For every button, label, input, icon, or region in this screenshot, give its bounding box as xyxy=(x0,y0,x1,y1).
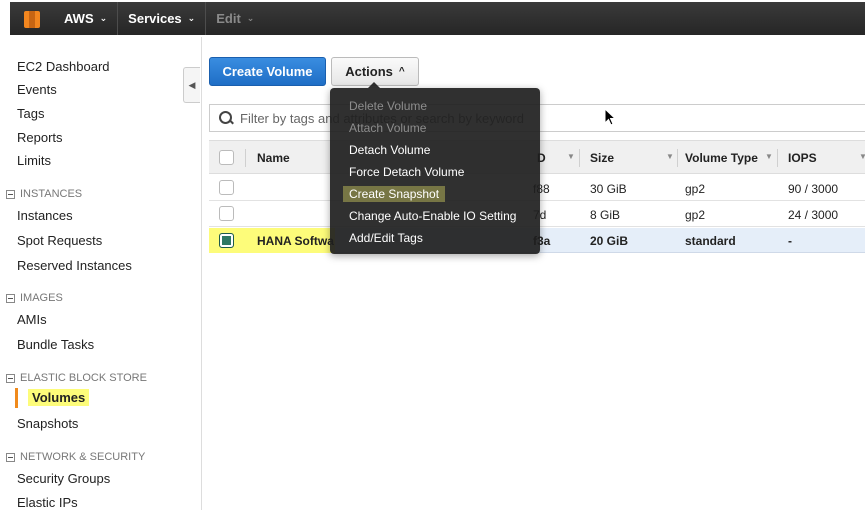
menu-item-delete-volume[interactable]: Delete Volume xyxy=(349,99,427,113)
row-checkbox[interactable] xyxy=(219,180,234,195)
cell-volume-type: gp2 xyxy=(685,182,706,196)
chevron-up-icon: ^ xyxy=(398,66,405,77)
search-icon xyxy=(218,110,234,126)
menu-item-force-detach-volume[interactable]: Force Detach Volume xyxy=(349,165,464,179)
active-indicator xyxy=(15,388,18,408)
cell-name: HANA Softwa xyxy=(257,234,334,248)
column-divider xyxy=(245,149,246,167)
create-volume-button[interactable]: Create Volume xyxy=(209,57,326,86)
sidebar-item-elastic-ips[interactable]: Elastic IPs xyxy=(17,495,78,510)
sidebar-item-ec2-dashboard[interactable]: EC2 Dashboard xyxy=(17,59,110,74)
sidebar-section-instances[interactable]: INSTANCES xyxy=(6,188,82,200)
cell-size: 20 GiB xyxy=(590,234,629,248)
menu-item-attach-volume[interactable]: Attach Volume xyxy=(349,121,426,135)
sidebar-section-network-security[interactable]: NETWORK & SECURITY xyxy=(6,451,145,463)
menu-item-add-edit-tags[interactable]: Add/Edit Tags xyxy=(349,231,423,245)
aws-menu-label: AWS xyxy=(64,11,94,26)
sidebar: EC2 Dashboard Events Tags Reports Limits… xyxy=(0,37,202,510)
actions-button-label: Actions xyxy=(345,64,393,79)
sidebar-item-events[interactable]: Events xyxy=(17,82,57,97)
top-navigation-bar: AWS ⌄ Services ⌄ Edit ⌄ xyxy=(10,2,865,35)
collapse-section-icon xyxy=(6,189,15,199)
services-menu-label: Services xyxy=(128,11,182,26)
cell-iops: 90 / 3000 xyxy=(788,182,839,196)
cell-volume-type: standard xyxy=(685,234,736,248)
sidebar-section-title: ELASTIC BLOCK STORE xyxy=(20,372,147,384)
sidebar-item-reports[interactable]: Reports xyxy=(17,130,63,145)
chevron-down-icon: ⌄ xyxy=(187,13,196,23)
collapse-sidebar-button[interactable]: ◀ xyxy=(183,67,200,103)
cell-iops: - xyxy=(788,234,792,248)
sidebar-item-security-groups[interactable]: Security Groups xyxy=(17,471,110,486)
edit-menu[interactable]: Edit ⌄ xyxy=(206,2,264,35)
sidebar-item-volumes[interactable]: Volumes xyxy=(28,389,90,406)
column-header-size[interactable]: Size xyxy=(590,151,614,165)
chevron-left-icon: ◀ xyxy=(188,79,196,90)
cell-volume-type: gp2 xyxy=(685,208,706,222)
edit-menu-label: Edit xyxy=(216,11,241,26)
column-header-name[interactable]: Name xyxy=(257,151,290,165)
sidebar-section-title: NETWORK & SECURITY xyxy=(20,451,146,463)
aws-cube-icon[interactable] xyxy=(22,8,42,30)
sidebar-section-title: INSTANCES xyxy=(20,188,83,200)
cell-size: 30 GiB xyxy=(590,182,627,196)
sidebar-section-elastic-block-store[interactable]: ELASTIC BLOCK STORE xyxy=(6,372,147,384)
sidebar-item-spot-requests[interactable]: Spot Requests xyxy=(17,233,102,248)
actions-dropdown-menu: Delete Volume Attach Volume Detach Volum… xyxy=(330,82,540,254)
sidebar-section-title: IMAGES xyxy=(20,292,63,304)
menu-item-change-auto-enable-io[interactable]: Change Auto-Enable IO Setting xyxy=(349,209,516,223)
sidebar-item-reserved-instances[interactable]: Reserved Instances xyxy=(17,258,132,273)
cell-iops: 24 / 3000 xyxy=(788,208,839,222)
sidebar-item-snapshots[interactable]: Snapshots xyxy=(17,416,78,431)
sidebar-item-tags[interactable]: Tags xyxy=(17,106,44,121)
column-header-volume-type[interactable]: Volume Type xyxy=(685,151,758,165)
collapse-section-icon xyxy=(6,452,15,462)
aws-menu[interactable]: AWS ⌄ xyxy=(54,2,117,35)
services-menu[interactable]: Services ⌄ xyxy=(118,2,205,35)
column-divider xyxy=(579,149,580,167)
collapse-section-icon xyxy=(6,373,15,383)
chevron-down-icon: ⌄ xyxy=(99,13,108,23)
row-checkbox[interactable] xyxy=(219,206,234,221)
sort-icon[interactable]: ▼ xyxy=(567,152,575,161)
menu-item-create-snapshot[interactable]: Create Snapshot xyxy=(343,186,446,202)
sort-icon[interactable]: ▼ xyxy=(666,152,674,161)
menu-item-detach-volume[interactable]: Detach Volume xyxy=(349,143,430,157)
select-all-checkbox[interactable] xyxy=(219,150,234,165)
collapse-section-icon xyxy=(6,293,15,303)
cell-size: 8 GiB xyxy=(590,208,621,222)
column-header-iops[interactable]: IOPS xyxy=(788,151,817,165)
row-checkbox-checked[interactable] xyxy=(219,233,234,248)
column-divider xyxy=(777,149,778,167)
sidebar-item-bundle-tasks[interactable]: Bundle Tasks xyxy=(17,337,94,352)
chevron-down-icon: ⌄ xyxy=(246,13,255,23)
top-navigation: AWS ⌄ Services ⌄ Edit ⌄ xyxy=(0,0,865,37)
sort-icon[interactable]: ▼ xyxy=(859,152,865,161)
sidebar-section-images[interactable]: IMAGES xyxy=(6,292,63,304)
sidebar-item-amis[interactable]: AMIs xyxy=(17,312,47,327)
sidebar-item-instances[interactable]: Instances xyxy=(17,208,73,223)
sort-icon[interactable]: ▼ xyxy=(765,152,773,161)
column-divider xyxy=(677,149,678,167)
sidebar-item-limits[interactable]: Limits xyxy=(17,153,51,168)
